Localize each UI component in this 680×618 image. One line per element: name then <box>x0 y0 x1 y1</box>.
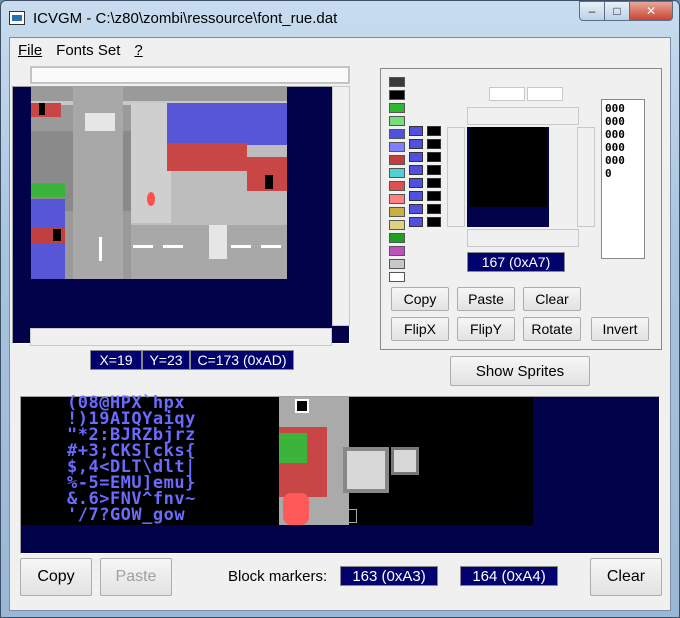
tile-marker <box>343 509 357 523</box>
palette-swatch[interactable] <box>389 116 405 126</box>
bg-palette <box>427 126 441 230</box>
close-icon: ✕ <box>645 4 657 18</box>
bottom-paste-button[interactable]: Paste <box>100 558 172 596</box>
char-scroll-top[interactable] <box>467 107 579 125</box>
editor-copy-button[interactable]: Copy <box>391 287 449 311</box>
close-button[interactable]: ✕ <box>629 1 673 21</box>
hex-line: 000 <box>605 141 625 154</box>
char-scroll-right[interactable] <box>577 127 595 227</box>
font-set-view[interactable]: (08@HPX`hpx !)19AIQYaiqy "*2:BJRZbjrz #+… <box>20 393 660 554</box>
fg-swatch[interactable] <box>409 165 423 175</box>
bg-swatch[interactable] <box>427 139 441 149</box>
tile-selected[interactable] <box>295 399 309 413</box>
show-sprites-button[interactable]: Show Sprites <box>450 356 590 386</box>
palette-swatch[interactable] <box>389 259 405 269</box>
title-bar: ICVGM - C:\z80\zombi\ressource\font_rue.… <box>1 1 679 35</box>
client-area: File Fonts Set ? X=19 Y=23 C=173 (0xAD) … <box>9 37 671 611</box>
tile-grass <box>279 433 307 463</box>
invert-button[interactable]: Invert <box>591 317 649 341</box>
fg-swatch[interactable] <box>409 217 423 227</box>
bg-swatch[interactable] <box>427 126 441 136</box>
palette-swatch[interactable] <box>389 181 405 191</box>
bottom-clear-button[interactable]: Clear <box>590 558 662 596</box>
status-c: C=173 (0xAD) <box>190 350 294 370</box>
menu-help[interactable]: ? <box>134 42 142 59</box>
font-grid: (08@HPX`hpx !)19AIQYaiqy "*2:BJRZbjrz #+… <box>21 393 533 525</box>
block-marker-2: 164 (0xA4) <box>460 566 558 586</box>
menu-file[interactable]: File <box>18 42 42 59</box>
char-scroll-bottom[interactable] <box>467 229 579 247</box>
app-icon <box>9 11 25 25</box>
app-window: ICVGM - C:\z80\zombi\ressource\font_rue.… <box>0 0 680 618</box>
palette-swatch[interactable] <box>389 142 405 152</box>
block-markers-label: Block markers: <box>228 568 328 585</box>
char-preview[interactable] <box>467 127 549 227</box>
hex-line: 000 <box>605 102 625 115</box>
flipy-button[interactable]: FlipY <box>457 317 515 341</box>
palette-swatch[interactable] <box>389 233 405 243</box>
map-scrollbar-bottom[interactable] <box>30 328 332 346</box>
fg-swatch[interactable] <box>409 126 423 136</box>
char-editor-group: 000 000 000 000 000 0 167 (0xA7) Copy Pa… <box>380 68 662 350</box>
hex-list[interactable]: 000 000 000 000 000 0 <box>601 99 645 259</box>
map-canvas <box>13 87 349 343</box>
char-shift-up[interactable] <box>489 87 525 101</box>
palette-swatch[interactable] <box>389 77 405 87</box>
palette-swatch[interactable] <box>389 194 405 204</box>
palette-swatch[interactable] <box>389 103 405 113</box>
bg-swatch[interactable] <box>427 191 441 201</box>
palette-column <box>389 77 405 285</box>
palette-swatch[interactable] <box>389 168 405 178</box>
char-shift-up-2[interactable] <box>527 87 563 101</box>
map-scrollbar-top[interactable] <box>30 66 350 84</box>
palette-swatch[interactable] <box>389 129 405 139</box>
fg-swatch[interactable] <box>409 139 423 149</box>
palette-swatch[interactable] <box>389 220 405 230</box>
maximize-button[interactable]: □ <box>604 1 630 21</box>
status-x: X=19 <box>90 350 142 370</box>
fg-swatch[interactable] <box>409 178 423 188</box>
tile-manhole <box>343 447 389 493</box>
bg-swatch[interactable] <box>427 178 441 188</box>
hex-line: 000 <box>605 115 625 128</box>
minimize-button[interactable]: – <box>579 1 605 21</box>
bg-swatch[interactable] <box>427 165 441 175</box>
tile-small <box>391 447 419 475</box>
palette-swatch[interactable] <box>389 272 405 282</box>
palette-swatch[interactable] <box>389 90 405 100</box>
palette-swatch[interactable] <box>389 207 405 217</box>
bottom-copy-button[interactable]: Copy <box>20 558 92 596</box>
palette-swatch[interactable] <box>389 246 405 256</box>
editor-paste-button[interactable]: Paste <box>457 287 515 311</box>
menu-bar: File Fonts Set ? <box>10 38 670 62</box>
flipx-button[interactable]: FlipX <box>391 317 449 341</box>
map-scrollbar-right[interactable] <box>332 86 350 326</box>
fg-swatch[interactable] <box>409 204 423 214</box>
rotate-button[interactable]: Rotate <box>523 317 581 341</box>
maximize-icon: □ <box>613 4 621 18</box>
tile-sprite <box>283 493 309 525</box>
fg-swatch[interactable] <box>409 152 423 162</box>
char-index-label: 167 (0xA7) <box>467 252 565 272</box>
block-marker-1: 163 (0xA3) <box>340 566 438 586</box>
fg-palette <box>409 126 423 230</box>
menu-fonts-set[interactable]: Fonts Set <box>56 42 120 59</box>
hex-line: 000 <box>605 128 625 141</box>
bg-swatch[interactable] <box>427 152 441 162</box>
window-title: ICVGM - C:\z80\zombi\ressource\font_rue.… <box>33 10 338 27</box>
font-row: '/7?GOW_gow <box>67 505 186 525</box>
status-y: Y=23 <box>142 350 190 370</box>
palette-swatch[interactable] <box>389 155 405 165</box>
hex-line: 0 <box>605 167 612 180</box>
minimize-icon: – <box>588 4 596 18</box>
bg-swatch[interactable] <box>427 217 441 227</box>
bg-swatch[interactable] <box>427 204 441 214</box>
editor-clear-button[interactable]: Clear <box>523 287 581 311</box>
fg-swatch[interactable] <box>409 191 423 201</box>
map-view[interactable] <box>12 86 350 344</box>
hex-line: 000 <box>605 154 625 167</box>
char-scroll-left[interactable] <box>447 127 465 227</box>
